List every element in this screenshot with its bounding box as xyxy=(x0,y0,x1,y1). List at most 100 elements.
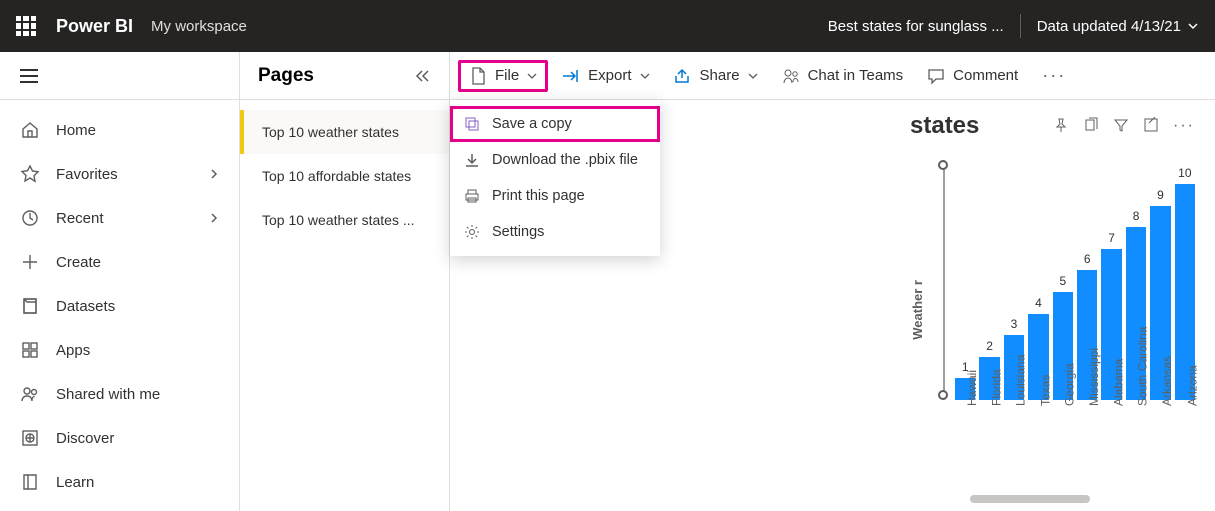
bar-col: 2Florida xyxy=(979,339,999,400)
settings-label: Settings xyxy=(492,224,544,240)
app-launcher-icon[interactable] xyxy=(16,16,36,36)
save-copy-icon xyxy=(464,116,480,132)
chat-teams-button[interactable]: Chat in Teams xyxy=(772,61,914,91)
comment-button[interactable]: Comment xyxy=(917,61,1028,91)
nav-toggle-button[interactable] xyxy=(20,69,38,83)
bar-category-label: Florida xyxy=(990,369,1004,406)
nav-item-shared-with-me[interactable]: Shared with me xyxy=(0,372,239,416)
bar-value-label: 5 xyxy=(1059,274,1066,288)
settings-item[interactable]: Settings xyxy=(450,214,660,250)
more-icon[interactable]: ··· xyxy=(1173,117,1195,135)
export-label: Export xyxy=(588,67,631,84)
nav-label: Create xyxy=(56,254,101,271)
page-item[interactable]: Top 10 affordable states xyxy=(240,154,449,198)
nav-item-learn[interactable]: Learn xyxy=(0,460,239,504)
nav-item-create[interactable]: Create xyxy=(0,240,239,284)
save-copy-label: Save a copy xyxy=(492,116,572,132)
gear-icon xyxy=(464,224,480,240)
bar-value-label: 2 xyxy=(986,339,993,353)
export-icon xyxy=(562,67,580,85)
chevron-down-icon xyxy=(1187,20,1199,32)
page-item[interactable]: Top 10 weather states xyxy=(240,110,449,154)
left-nav: Home Favorites Recent Create Datasets Apps Sha… xyxy=(0,52,240,511)
chart-visual: states ··· Weather r 1Hawaii2Florida3Lou… xyxy=(910,112,1195,460)
nav-label: Favorites xyxy=(56,166,118,183)
bar-value-label: 3 xyxy=(1011,317,1018,331)
print-label: Print this page xyxy=(492,188,585,204)
teams-icon xyxy=(782,67,800,85)
chevron-down-icon xyxy=(640,71,650,81)
download-pbix-item[interactable]: Download the .pbix file xyxy=(450,142,660,178)
file-label: File xyxy=(495,67,519,84)
workspace-label[interactable]: My workspace xyxy=(151,18,247,35)
nav-item-apps[interactable]: Apps xyxy=(0,328,239,372)
dataset-icon xyxy=(20,296,40,316)
clock-icon xyxy=(20,208,40,228)
bar-value-label: 7 xyxy=(1108,231,1115,245)
bar-col: 6Mississippi xyxy=(1077,252,1097,400)
bar-category-label: Georgia xyxy=(1063,363,1077,406)
nav-item-recent[interactable]: Recent xyxy=(0,196,239,240)
bar-col: 10Arizona xyxy=(1175,166,1195,400)
print-page-item[interactable]: Print this page xyxy=(450,178,660,214)
chevron-down-icon xyxy=(527,71,537,81)
pages-title: Pages xyxy=(258,65,314,87)
report-title: Best states for sunglass ... xyxy=(828,18,1004,35)
horizontal-scrollbar[interactable] xyxy=(970,495,1090,503)
nav-item-datasets[interactable]: Datasets xyxy=(0,284,239,328)
bar-value-label: 9 xyxy=(1157,188,1164,202)
nav-item-home[interactable]: Home xyxy=(0,108,239,152)
nav-item-favorites[interactable]: Favorites xyxy=(0,152,239,196)
bar-col: 7Alabama xyxy=(1101,231,1121,400)
nav-label: Discover xyxy=(56,430,114,447)
bar-category-label: Arkansas xyxy=(1160,356,1174,406)
bars-area: 1Hawaii2Florida3Louisiana4Texas5Georgia6… xyxy=(955,160,1195,460)
report-area: File Export Share Chat in Teams Comment xyxy=(450,52,1215,511)
compass-icon xyxy=(20,428,40,448)
bar-category-label: Hawaii xyxy=(965,370,979,406)
filter-icon[interactable] xyxy=(1113,117,1129,133)
save-copy-item[interactable]: Save a copy xyxy=(450,106,660,142)
plus-icon xyxy=(20,252,40,272)
home-icon xyxy=(20,120,40,140)
chevron-right-icon xyxy=(209,169,219,179)
share-icon xyxy=(674,67,692,85)
book-icon xyxy=(20,472,40,492)
nav-label: Learn xyxy=(56,474,94,491)
download-label: Download the .pbix file xyxy=(492,152,638,168)
nav-label: Home xyxy=(56,122,96,139)
star-icon xyxy=(20,164,40,184)
bar-col: 9Arkansas xyxy=(1150,188,1170,400)
focus-icon[interactable] xyxy=(1143,117,1159,133)
bar-category-label: Louisiana xyxy=(1014,355,1028,406)
report-toolbar: File Export Share Chat in Teams Comment xyxy=(450,52,1215,100)
bar-category-label: Mississippi xyxy=(1087,348,1101,406)
file-button[interactable]: File xyxy=(458,60,548,92)
divider xyxy=(1020,14,1021,38)
bar-value-label: 10 xyxy=(1178,166,1191,180)
bar-category-label: Texas xyxy=(1038,375,1052,406)
print-icon xyxy=(464,188,480,204)
nav-item-discover[interactable]: Discover xyxy=(0,416,239,460)
bar-col: 4Texas xyxy=(1028,296,1048,400)
comment-label: Comment xyxy=(953,67,1018,84)
bar-value-label: 8 xyxy=(1133,209,1140,223)
chevron-down-icon xyxy=(748,71,758,81)
share-button[interactable]: Share xyxy=(664,61,768,91)
more-options-button[interactable]: ··· xyxy=(1032,59,1076,92)
pin-icon[interactable] xyxy=(1053,117,1069,133)
data-updated-label: Data updated 4/13/21 xyxy=(1037,18,1181,35)
data-updated-button[interactable]: Data updated 4/13/21 xyxy=(1037,18,1199,35)
chat-label: Chat in Teams xyxy=(808,67,904,84)
export-button[interactable]: Export xyxy=(552,61,659,91)
download-icon xyxy=(464,152,480,168)
file-icon xyxy=(469,67,487,85)
copy-icon[interactable] xyxy=(1083,117,1099,133)
bar-value-label: 6 xyxy=(1084,252,1091,266)
page-item[interactable]: Top 10 weather states ... xyxy=(240,198,449,242)
nav-label: Datasets xyxy=(56,298,115,315)
bar-col: 3Louisiana xyxy=(1004,317,1024,400)
nav-label: Shared with me xyxy=(56,386,160,403)
share-label: Share xyxy=(700,67,740,84)
collapse-pages-icon[interactable] xyxy=(413,67,431,85)
